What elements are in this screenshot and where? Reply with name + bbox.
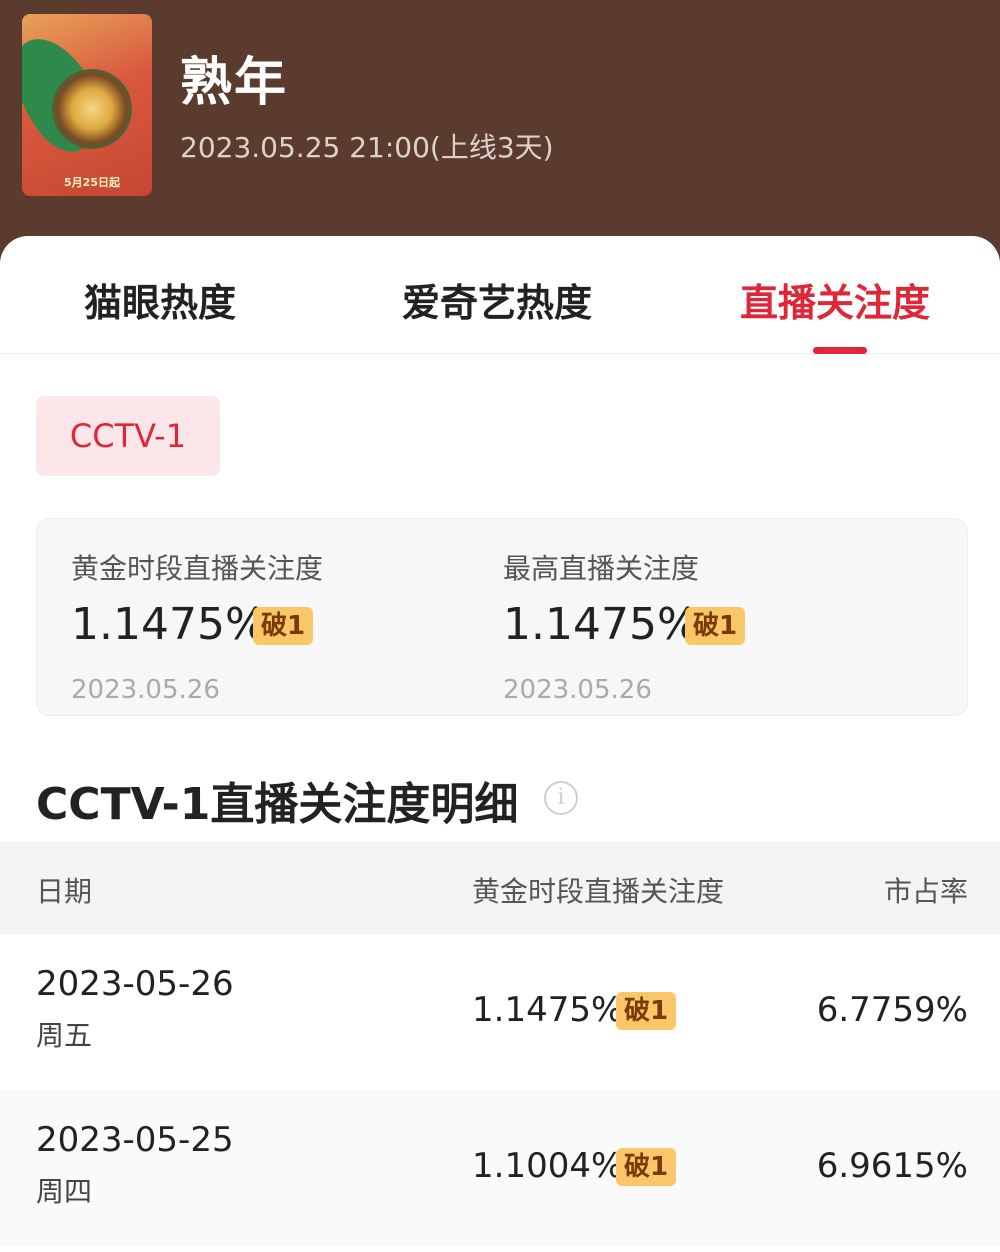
stat-badge: 破1	[685, 607, 746, 645]
row-weekday: 周五	[36, 1019, 93, 1052]
column-header-market-share: 市占率	[883, 875, 968, 908]
row-market-share: 6.7759%	[816, 990, 968, 1030]
tab-iqiyi-heat[interactable]: 爱奇艺热度	[402, 272, 592, 327]
column-header-date: 日期	[36, 875, 93, 908]
content-card: 猫眼热度 爱奇艺热度 直播关注度 CCTV-1 黄金时段直播关注度 1.1475…	[0, 236, 1000, 1252]
row-date: 2023-05-26	[36, 964, 234, 1004]
row-badge: 破1	[616, 1148, 677, 1186]
poster-image[interactable]: 5月25日起	[22, 14, 152, 196]
stat-value: 1.1475%	[503, 599, 699, 650]
table-row[interactable]: 2023-05-25 周四 1.1004% 破1 6.9615%	[0, 1090, 1000, 1246]
row-weekday: 周四	[36, 1175, 93, 1208]
column-header-prime-attention: 黄金时段直播关注度	[472, 875, 725, 908]
stats-panel: 黄金时段直播关注度 1.1475% 破1 2023.05.26 最高直播关注度 …	[36, 518, 968, 716]
stat-badge: 破1	[253, 607, 314, 645]
row-badge: 破1	[616, 992, 677, 1030]
row-attention-value: 1.1004%	[472, 1146, 624, 1186]
stat-highest: 最高直播关注度 1.1475% 破1 2023.05.26	[503, 519, 933, 717]
row-market-share: 6.9615%	[816, 1146, 968, 1186]
table-header: 日期 黄金时段直播关注度 市占率	[0, 842, 1000, 934]
stat-date: 2023.05.26	[503, 675, 652, 705]
stat-value: 1.1475%	[71, 599, 267, 650]
row-attention-value: 1.1475%	[472, 990, 624, 1030]
stat-date: 2023.05.26	[71, 675, 220, 705]
header: 5月25日起 熟年 2023.05.25 21:00(上线3天)	[0, 0, 1000, 262]
table-row[interactable]: 2023-05-26 周五 1.1475% 破1 6.7759%	[0, 934, 1000, 1090]
poster-caption: 5月25日起	[64, 176, 120, 189]
stat-label: 最高直播关注度	[503, 552, 700, 585]
tab-live-attention[interactable]: 直播关注度	[740, 272, 930, 327]
row-date: 2023-05-25	[36, 1120, 234, 1160]
active-tab-indicator	[813, 347, 867, 354]
channel-chip[interactable]: CCTV-1	[36, 396, 220, 476]
tab-bar: 猫眼热度 爱奇艺热度 直播关注度	[0, 236, 1000, 354]
show-title: 熟年	[180, 53, 289, 113]
section-title: CCTV-1直播关注度明细	[36, 779, 519, 830]
tab-maoyan-heat[interactable]: 猫眼热度	[84, 272, 236, 327]
show-subtitle: 2023.05.25 21:00(上线3天)	[180, 131, 554, 164]
stat-label: 黄金时段直播关注度	[71, 552, 324, 585]
info-icon[interactable]: i	[544, 781, 578, 815]
stat-prime-time: 黄金时段直播关注度 1.1475% 破1 2023.05.26	[71, 519, 501, 717]
poster-plate-decoration	[52, 69, 132, 149]
